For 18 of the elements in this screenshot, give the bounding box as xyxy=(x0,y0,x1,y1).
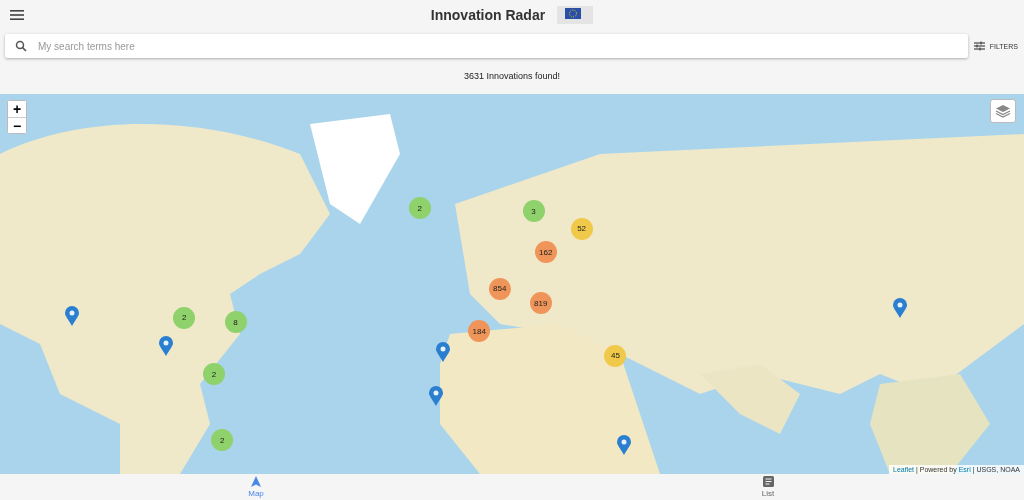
sliders-icon xyxy=(973,41,985,51)
search-icon xyxy=(15,40,27,52)
map-pin-icon[interactable] xyxy=(429,385,444,406)
app-title: Innovation Radar xyxy=(430,7,546,23)
map-pin-icon[interactable] xyxy=(893,298,908,319)
flag-logo-icon xyxy=(557,4,594,26)
layers-icon xyxy=(995,104,1011,118)
search-field[interactable]: My search terms here xyxy=(5,34,968,58)
zoom-out-button[interactable]: − xyxy=(8,117,26,133)
map-pin-icon[interactable] xyxy=(64,305,79,326)
map-pin-icon[interactable] xyxy=(616,435,631,455)
nav-tab[interactable]: List xyxy=(512,474,1024,500)
map-pin-icon[interactable] xyxy=(158,336,173,357)
map-pin-icon[interactable] xyxy=(436,341,451,362)
layers-button[interactable] xyxy=(990,99,1016,123)
results-count-text: 3631 Innovations found! xyxy=(463,71,561,81)
menu-icon[interactable] xyxy=(10,9,24,21)
navigation-arrow-icon xyxy=(251,476,261,487)
